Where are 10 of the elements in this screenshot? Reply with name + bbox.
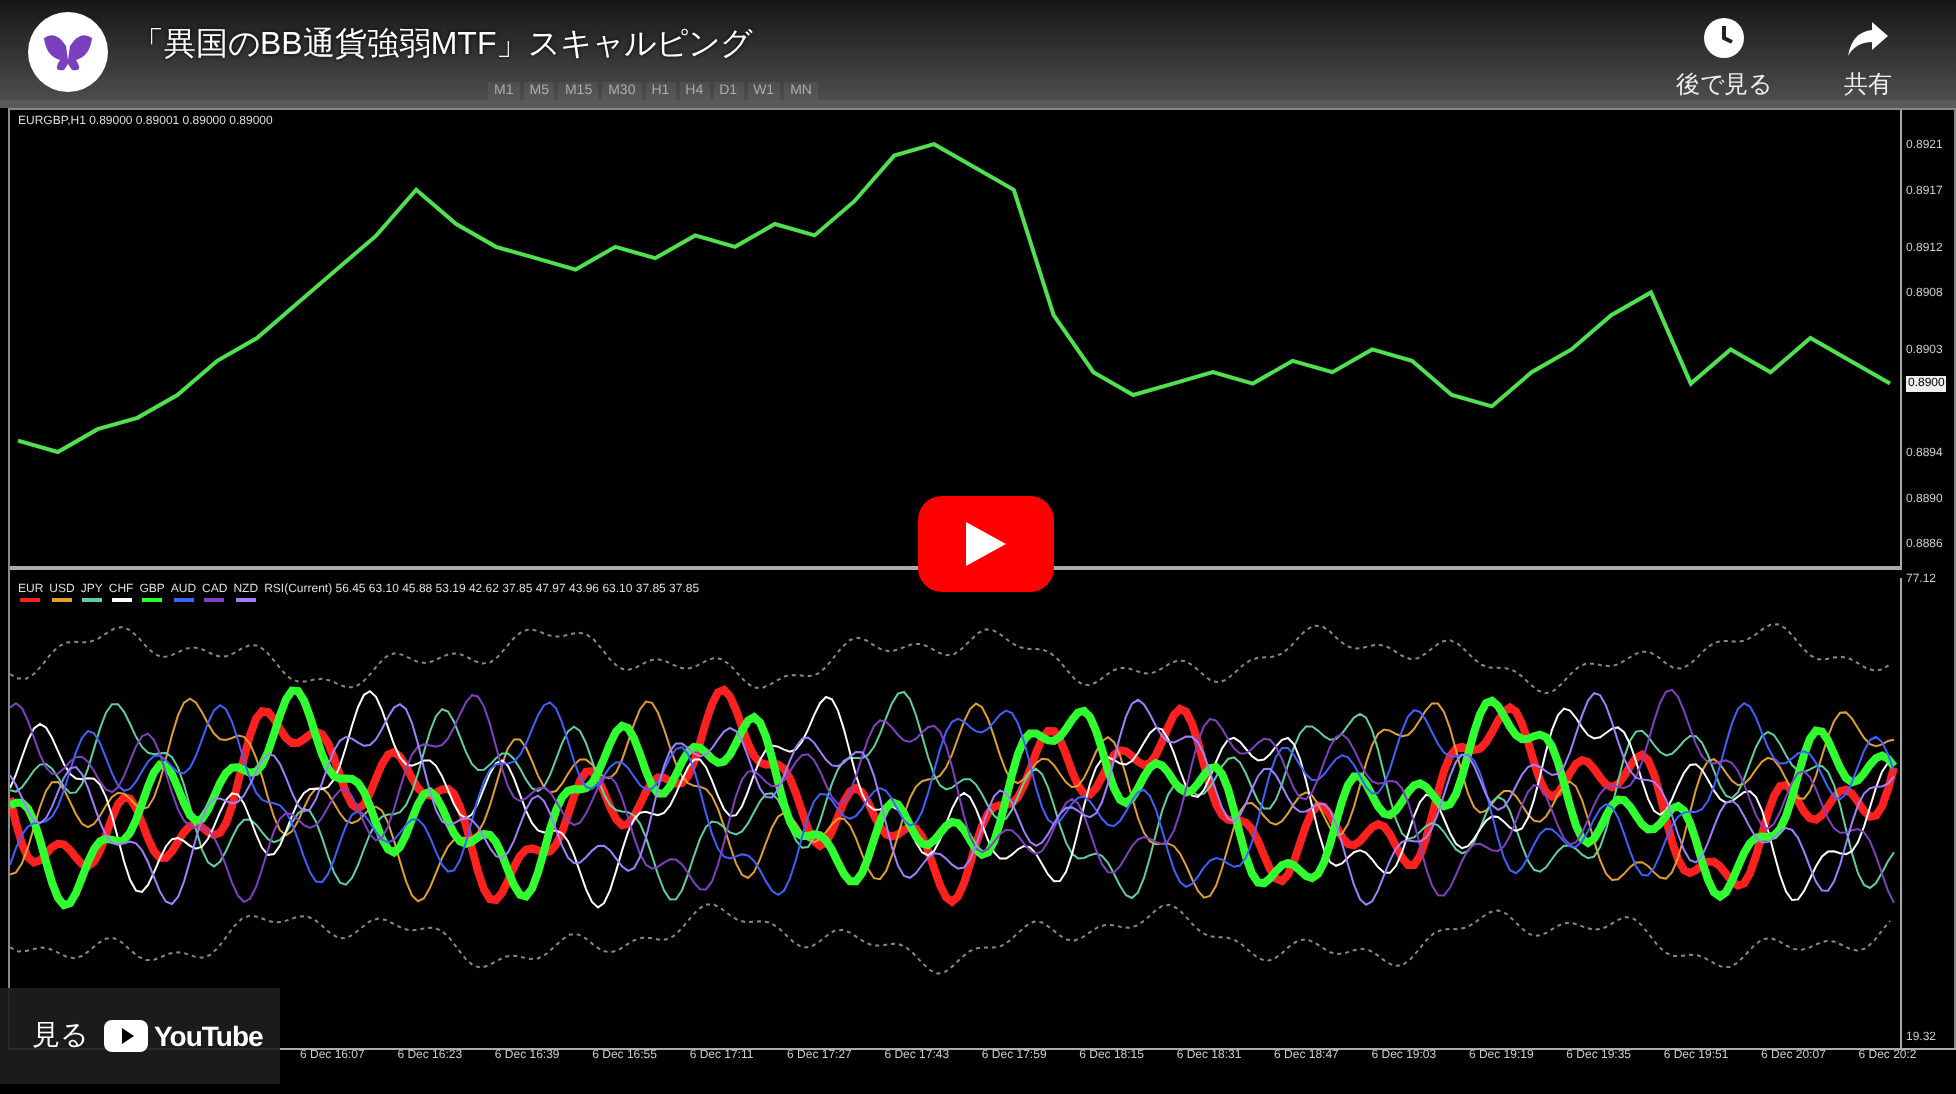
share-arrow-icon <box>1846 16 1890 60</box>
clock-icon <box>1702 16 1746 60</box>
watch-on-youtube-button[interactable]: 見る YouTube <box>0 988 280 1084</box>
channel-avatar-icon[interactable] <box>28 12 108 92</box>
video-title[interactable]: 「異国のBB通貨強弱MTF」スキャルピング <box>132 24 753 66</box>
share-button[interactable]: 共有 <box>1808 12 1928 106</box>
play-button[interactable] <box>918 496 1054 592</box>
play-icon <box>966 522 1006 566</box>
youtube-logo-icon <box>104 1020 148 1052</box>
watch-later-button[interactable]: 後で見る <box>1664 12 1784 106</box>
